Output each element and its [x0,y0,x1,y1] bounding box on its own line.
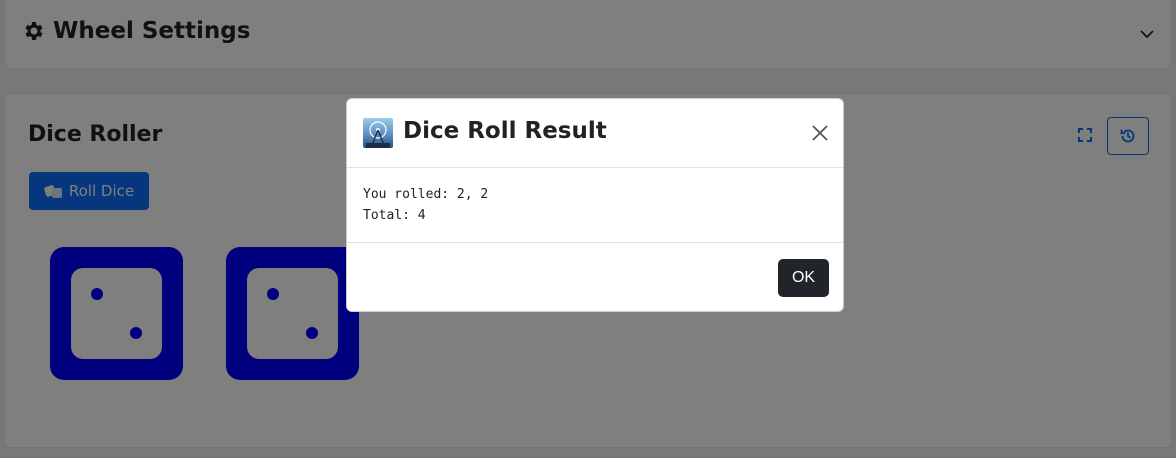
page: Wheel Settings Dice Roller Roll Dice [0,0,1176,458]
dice-result-modal: Dice Roll Result You rolled: 2, 2 Total:… [346,98,844,312]
roll-total-text: Total: 4 [363,208,426,223]
modal-title: Dice Roll Result [403,118,607,144]
ferris-wheel-logo-icon [363,118,393,148]
modal-body: You rolled: 2, 2 Total: 4 [347,168,843,243]
close-icon[interactable] [810,123,830,143]
roll-result-text: You rolled: 2, 2 [363,187,489,202]
modal-header: Dice Roll Result [347,99,843,168]
ok-button[interactable]: OK [778,259,829,297]
modal-footer: OK [347,243,843,313]
